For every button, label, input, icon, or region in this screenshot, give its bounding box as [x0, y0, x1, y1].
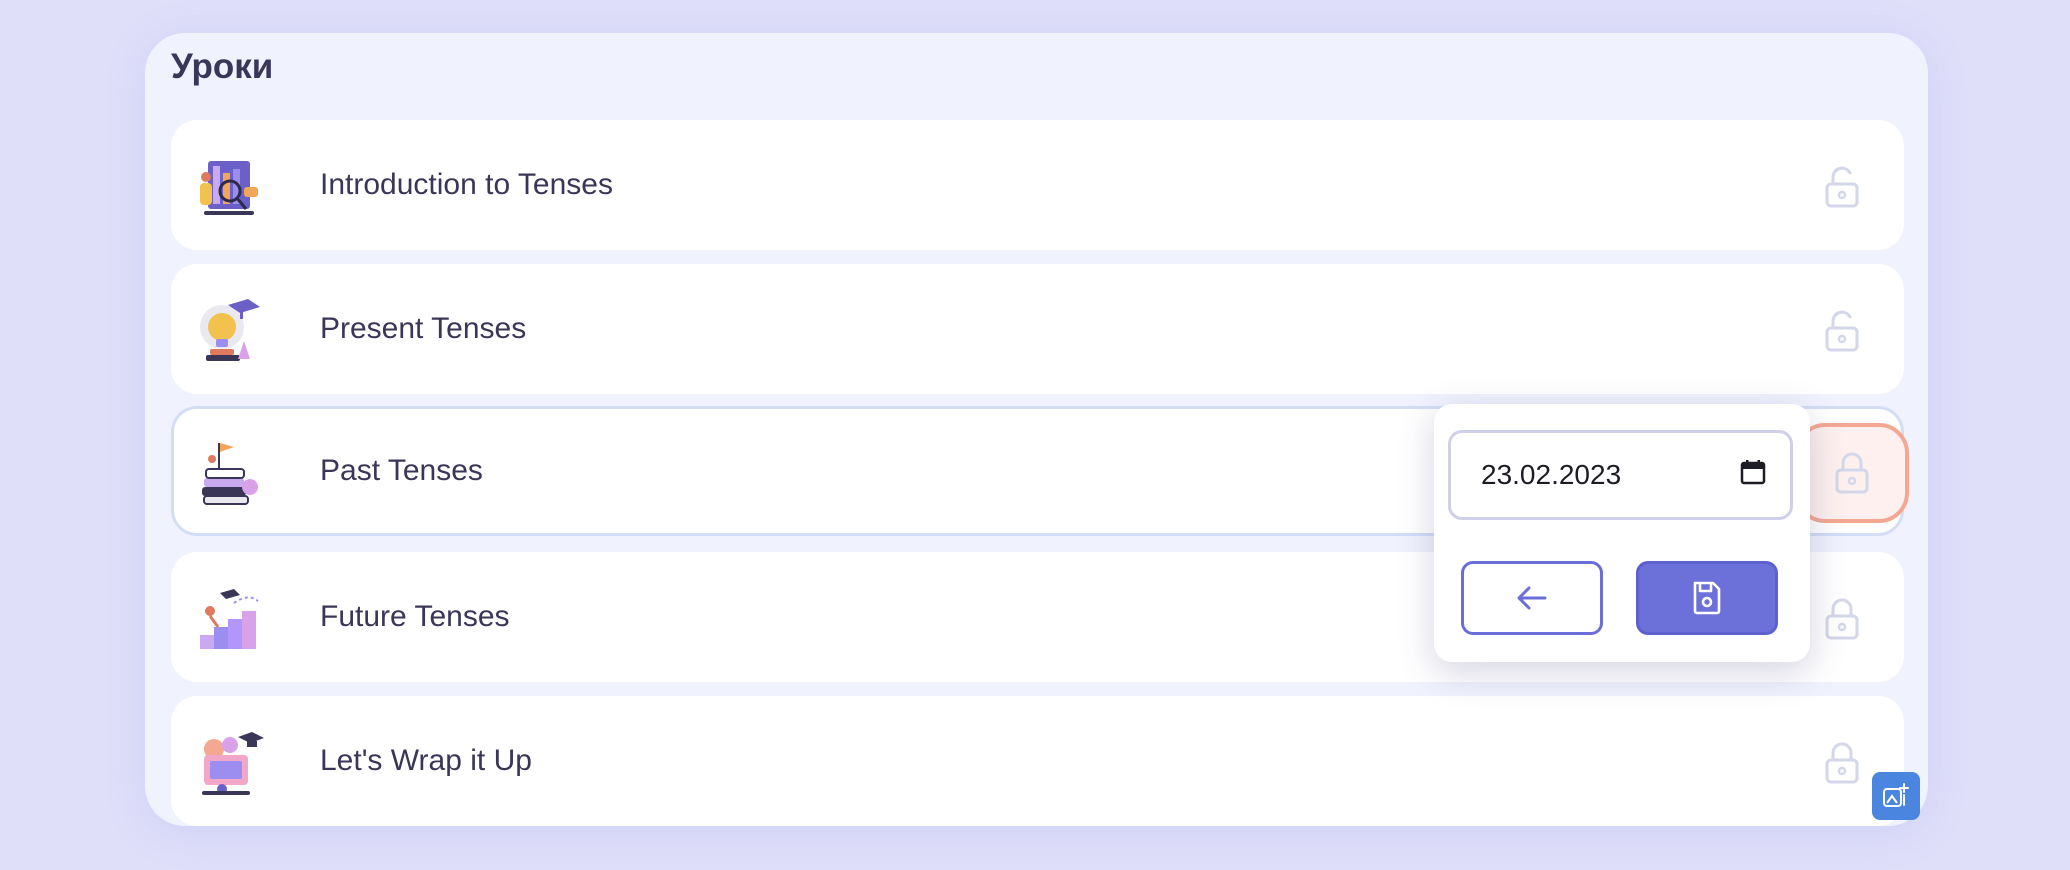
lesson-thumbnail — [194, 585, 266, 657]
lesson-title: Past Tenses — [320, 454, 483, 487]
lesson-item-present[interactable]: Present Tenses — [171, 264, 1904, 394]
arrow-left-icon — [1517, 586, 1547, 610]
calendar-icon[interactable] — [1740, 459, 1766, 492]
date-value: 23.02.2023 — [1481, 459, 1622, 490]
unlocked-padlock-icon[interactable] — [1818, 305, 1866, 357]
image-sparkle-icon — [1883, 783, 1909, 807]
unlock-date-popover: 23.02.2023 — [1434, 404, 1810, 662]
lesson-title: Introduction to Tenses — [320, 168, 613, 201]
locked-padlock-icon[interactable] — [1818, 737, 1866, 789]
locked-padlock-icon[interactable] — [1795, 423, 1909, 523]
locked-padlock-icon[interactable] — [1818, 593, 1866, 645]
lesson-title: Let's Wrap it Up — [320, 744, 532, 777]
save-button[interactable] — [1636, 561, 1778, 635]
lesson-title: Future Tenses — [320, 600, 510, 633]
save-disk-icon — [1693, 581, 1721, 615]
lesson-item-introduction[interactable]: Introduction to Tenses — [171, 120, 1904, 250]
lesson-item-wrap-up[interactable]: Let's Wrap it Up — [171, 696, 1904, 826]
lesson-thumbnail — [194, 439, 266, 511]
page-title: Уроки — [171, 47, 274, 86]
lesson-title: Present Tenses — [320, 312, 527, 345]
image-sparkle-button[interactable] — [1872, 772, 1920, 820]
lesson-thumbnail — [194, 153, 266, 225]
lesson-thumbnail — [194, 297, 266, 369]
date-input[interactable]: 23.02.2023 — [1448, 430, 1793, 520]
back-button[interactable] — [1461, 561, 1603, 635]
lesson-thumbnail — [194, 729, 266, 801]
unlocked-padlock-icon[interactable] — [1818, 161, 1866, 213]
